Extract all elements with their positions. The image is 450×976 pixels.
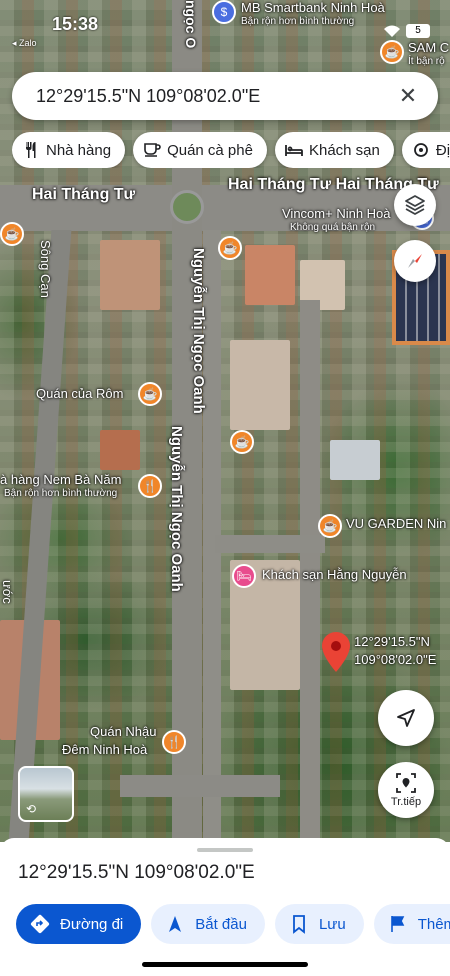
status-time: 15:38 [52, 14, 99, 34]
poi-busyness: Không quá bận rộn [290, 222, 376, 233]
live-view-button[interactable]: Tr.tiếp [378, 762, 434, 818]
street-label: ước [0, 580, 15, 604]
map-pin-icon[interactable] [322, 632, 350, 672]
directions-icon [30, 914, 50, 934]
hotel-icon [285, 145, 303, 156]
compass-button[interactable] [394, 240, 436, 282]
street-label: Nguyễn Thị Ngọc Oanh [190, 248, 207, 414]
save-button[interactable]: Lưu [274, 904, 364, 944]
cafe-icon[interactable]: ☕ [318, 514, 342, 538]
status-bar: 15:38 ◂ Zalo 5 [0, 0, 450, 49]
layers-button[interactable] [394, 184, 436, 226]
pin-label: 12°29'15.5"N 109°08'02.0"E [354, 633, 436, 669]
pin-latitude: 12°29'15.5"N [354, 634, 430, 649]
cafe-icon[interactable]: ☕ [218, 236, 242, 260]
rotate-360-icon: ⟲ [26, 802, 37, 816]
hotel-icon[interactable]: 🛏 [232, 564, 256, 588]
map-building [245, 245, 295, 305]
roundabout [170, 190, 204, 224]
location-arrow-icon [397, 709, 415, 727]
navigation-arrow-icon [169, 916, 182, 932]
chip-hotels[interactable]: Khách sạn [274, 132, 394, 168]
cafe-icon[interactable]: ☕ [138, 382, 162, 406]
cafe-icon[interactable]: ☕ [0, 222, 24, 246]
poi-name[interactable]: VU GARDEN Nin [346, 516, 446, 531]
cafe-icon[interactable]: ☕ [230, 430, 254, 454]
street-label: Nguyễn Thị Ngọc Oanh [168, 426, 185, 592]
live-view-icon [396, 773, 416, 793]
restaurant-icon[interactable]: 🍴 [162, 730, 186, 754]
category-chips: Nhà hàng Quán cà phê Khách sạn Địa [12, 132, 450, 168]
chip-label: Quán cà phê [167, 141, 253, 159]
map-building [230, 340, 290, 430]
sheet-drag-handle[interactable] [197, 848, 253, 852]
add-label-button[interactable]: Thêm [373, 904, 450, 944]
poi-busyness: Bận rộn hơn bình thường [4, 488, 118, 499]
compass-icon [408, 254, 422, 268]
flag-icon [390, 916, 404, 932]
road-nguyen-thi-ngoc-oanh [172, 0, 202, 842]
poi-name[interactable]: Quán của Rôm [36, 386, 123, 401]
start-button[interactable]: Bắt đầu [151, 904, 265, 944]
place-icon [413, 143, 428, 157]
pin-longitude: 109°08'02.0"E [354, 652, 437, 667]
poi-name[interactable]: Quán Nhậu [90, 724, 157, 739]
poi-name[interactable]: Vincom+ Ninh Hoà [282, 206, 391, 221]
save-label: Lưu [318, 915, 346, 933]
place-title: 12°29'15.5"N 109°08'02.0"E [18, 862, 255, 883]
close-icon[interactable]: ✕ [394, 83, 422, 109]
map-building [100, 430, 140, 470]
back-to-app-link[interactable]: ◂ Zalo [12, 38, 37, 49]
search-query[interactable]: 12°29'15.5"N 109°08'02.0"E [36, 86, 394, 107]
add-label-text: Thêm [417, 915, 450, 933]
restaurant-icon[interactable]: 🍴 [138, 474, 162, 498]
chip-label: Nhà hàng [46, 141, 112, 159]
action-buttons: Đường đi Bắt đầu Lưu Thêm [16, 904, 450, 944]
search-bar[interactable]: 12°29'15.5"N 109°08'02.0"E ✕ [12, 72, 438, 120]
home-indicator [142, 962, 308, 967]
layers-icon [405, 195, 425, 215]
map-building [330, 440, 380, 480]
road-cross-street [215, 535, 325, 553]
start-label: Bắt đầu [195, 915, 247, 933]
street-label: Sông Cạn [38, 240, 53, 298]
poi-busyness: Ít bận rộ [408, 56, 445, 67]
battery-icon: 5 [406, 24, 430, 38]
poi-name[interactable]: à hàng Nem Bà Năm [0, 472, 121, 487]
wifi-icon [384, 25, 400, 37]
restaurant-icon [26, 142, 36, 158]
directions-label: Đường đi [60, 915, 124, 933]
street-view-thumbnail[interactable]: ⟲ [18, 766, 74, 822]
place-bottom-sheet[interactable]: 12°29'15.5"N 109°08'02.0"E Đường đi Bắt … [0, 838, 450, 976]
bookmark-icon [293, 915, 305, 934]
my-location-button[interactable] [378, 690, 434, 746]
chip-restaurants[interactable]: Nhà hàng [12, 132, 126, 168]
directions-button[interactable]: Đường đi [16, 904, 142, 944]
street-label: Hai Tháng Tư [32, 186, 136, 203]
cafe-icon [144, 143, 161, 157]
live-view-label: Tr.tiếp [390, 796, 422, 808]
chip-places[interactable]: Địa [401, 132, 450, 168]
chip-label: Địa [435, 141, 450, 159]
chip-label: Khách sạn [308, 141, 380, 159]
poi-name[interactable]: Khách sạn Hằng Nguyễn [262, 567, 407, 582]
map-building [100, 240, 160, 310]
chip-cafes[interactable]: Quán cà phê [133, 132, 267, 168]
poi-name[interactable]: Đêm Ninh Hoà [62, 742, 147, 757]
road-bottom [120, 775, 280, 797]
